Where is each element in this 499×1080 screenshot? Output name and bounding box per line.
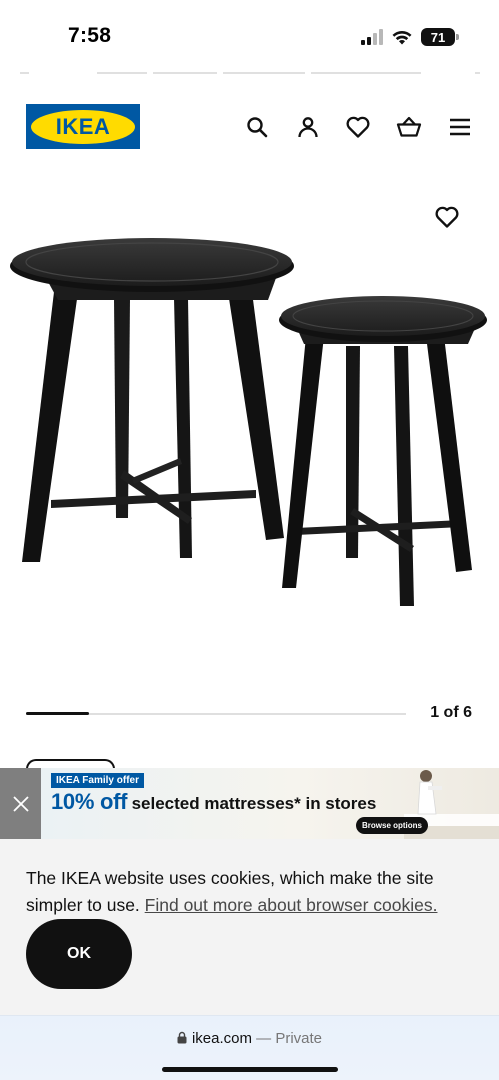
ikea-logo[interactable]: IKEA (26, 104, 140, 149)
large-nesting-table (10, 238, 294, 562)
account-icon (298, 117, 318, 138)
cookie-panel: The IKEA website uses cookies, which mak… (0, 839, 499, 1015)
account-button[interactable] (295, 114, 321, 140)
menu-button[interactable] (447, 114, 473, 140)
logo-text: IKEA (55, 113, 111, 139)
wifi-icon (392, 30, 412, 45)
favourites-button[interactable] (345, 114, 371, 140)
url-display[interactable]: ikea.com — Private (0, 1030, 499, 1047)
heart-icon (435, 206, 459, 228)
save-to-favourites-button[interactable] (433, 203, 461, 231)
promo-percent: 10% off (51, 789, 128, 814)
lock-icon (177, 1031, 187, 1044)
battery-icon: 71 (421, 28, 459, 46)
status-time: 7:58 (68, 24, 112, 47)
promo-badge: IKEA Family offer (51, 773, 144, 788)
heart-icon (346, 116, 370, 138)
cellular-signal-icon (361, 29, 383, 45)
search-button[interactable] (244, 114, 270, 140)
carousel-progress (26, 712, 89, 715)
promo-banner[interactable]: IKEA Family offer 10% off selected mattr… (0, 768, 499, 839)
small-nesting-table (279, 296, 487, 606)
battery-level: 71 (430, 29, 446, 45)
carousel-counter: 1 of 6 (430, 704, 472, 721)
cookie-ok-button[interactable]: OK (26, 919, 132, 989)
url-separator: — (256, 1030, 272, 1047)
search-icon (247, 117, 268, 138)
clipped-banner-text (20, 72, 480, 76)
logo-oval: IKEA (31, 109, 135, 144)
private-mode-label: Private (275, 1030, 323, 1047)
url-text: ikea.com (191, 1030, 252, 1047)
status-bar: 7:58 71 (0, 0, 499, 70)
status-icons: 71 (361, 26, 459, 48)
browser-address-bar[interactable]: ikea.com — Private (0, 1015, 499, 1080)
home-indicator[interactable] (162, 1067, 338, 1072)
promo-headline: 10% off selected mattresses* in stores (51, 789, 376, 815)
basket-button[interactable] (396, 114, 422, 140)
product-image[interactable] (6, 228, 494, 618)
close-icon (12, 795, 29, 812)
menu-icon (450, 118, 470, 136)
site-header: IKEA (0, 100, 499, 152)
cookie-info-link[interactable]: Find out more about browser cookies. (145, 895, 438, 915)
promo-close-button[interactable] (0, 768, 41, 839)
cookie-text: The IKEA website uses cookies, which mak… (26, 865, 478, 919)
promo-rest: selected mattresses* in stores (131, 794, 377, 813)
browse-options-button[interactable]: Browse options (356, 817, 429, 834)
basket-icon (396, 116, 422, 137)
